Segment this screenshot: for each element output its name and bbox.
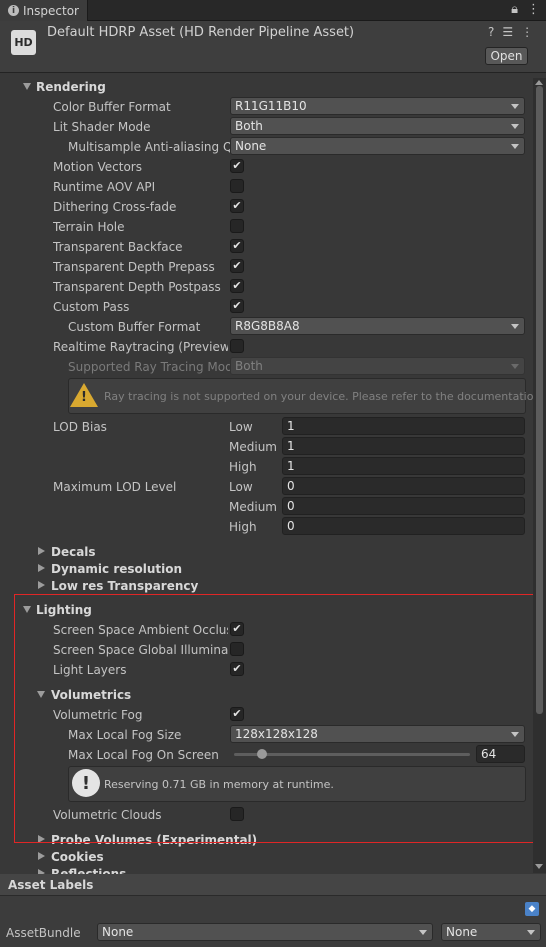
expand-arrow-icon[interactable] [23, 83, 31, 90]
inspector-tab-label: Inspector [23, 3, 79, 18]
kebab-menu-icon[interactable]: ⋮ [527, 2, 540, 17]
custom-pass-checkbox[interactable]: ✔ [230, 299, 244, 313]
runtime-aov-checkbox[interactable] [230, 179, 244, 193]
max-lod-high-field[interactable]: 0 [282, 517, 525, 535]
highlight-box [14, 594, 534, 843]
info-icon: i [8, 5, 19, 16]
hdrp-asset-icon: HD [11, 30, 36, 55]
asset-labels-title: Asset Labels [8, 878, 94, 892]
color-buffer-format-label: Color Buffer Format [53, 100, 171, 114]
transparent-backface-label: Transparent Backface [53, 240, 183, 254]
tag-icon[interactable]: ◆ [525, 902, 539, 916]
msaa-label: Multisample Anti-aliasing Quality [68, 140, 230, 154]
max-lod-low-label: Low [229, 480, 253, 494]
section-low-res-transparency[interactable]: Low res Transparency [51, 578, 198, 594]
chevron-down-icon [419, 930, 427, 935]
lit-shader-mode-label: Lit Shader Mode [53, 120, 151, 134]
realtime-raytracing-label: Realtime Raytracing (Preview) [53, 340, 228, 354]
msaa-dropdown[interactable]: None [230, 137, 525, 155]
chevron-down-icon [527, 930, 535, 935]
custom-pass-label: Custom Pass [53, 300, 130, 314]
custom-buffer-format-label: Custom Buffer Format [68, 320, 201, 334]
lod-bias-medium-field[interactable]: 1 [282, 437, 525, 455]
dithering-checkbox[interactable]: ✔ [230, 199, 244, 213]
scroll-down-icon[interactable] [535, 864, 543, 869]
transparent-depth-prepass-checkbox[interactable]: ✔ [230, 259, 244, 273]
section-dynamic-resolution[interactable]: Dynamic resolution [51, 561, 182, 577]
max-lod-medium-field[interactable]: 0 [282, 497, 525, 515]
transparent-depth-prepass-label: Transparent Depth Prepass [53, 260, 215, 274]
chevron-down-icon [511, 104, 519, 109]
lod-bias-low-field[interactable]: 1 [282, 417, 525, 435]
scroll-up-icon[interactable] [535, 80, 543, 85]
motion-vectors-checkbox[interactable]: ✔ [230, 159, 244, 173]
lod-bias-low-label: Low [229, 420, 253, 434]
assetbundle-variant-dropdown[interactable]: None [441, 923, 541, 941]
collapse-arrow-icon[interactable] [38, 852, 45, 860]
realtime-raytracing-checkbox[interactable] [230, 339, 244, 353]
transparent-depth-postpass-checkbox[interactable]: ✔ [230, 279, 244, 293]
collapse-arrow-icon[interactable] [38, 581, 45, 589]
terrain-hole-checkbox[interactable] [230, 219, 244, 233]
open-button[interactable]: Open [485, 47, 528, 65]
section-decals[interactable]: Decals [51, 544, 96, 560]
lod-bias-label: LOD Bias [53, 420, 107, 434]
chevron-down-icon [511, 324, 519, 329]
assetbundle-label: AssetBundle [6, 926, 81, 940]
header-icons: ? ☰ ⋮ [488, 25, 533, 39]
chevron-down-icon [511, 124, 519, 129]
help-icon[interactable]: ? [488, 25, 494, 39]
inspector-tab[interactable]: i Inspector [0, 0, 88, 21]
sliders-icon[interactable]: ☰ [502, 25, 513, 39]
kebab-menu-icon[interactable]: ⋮ [521, 25, 533, 39]
motion-vectors-label: Motion Vectors [53, 160, 142, 174]
collapse-arrow-icon[interactable] [38, 547, 45, 555]
lock-icon[interactable]: 🔒︎ [511, 2, 518, 17]
asset-title: Default HDRP Asset (HD Render Pipeline A… [47, 25, 355, 40]
supported-ray-tracing-mode-dropdown: Both [230, 357, 525, 375]
lod-bias-high-field[interactable]: 1 [282, 457, 525, 475]
section-cookies[interactable]: Cookies [51, 849, 104, 865]
color-buffer-format-dropdown[interactable]: R11G11B10 [230, 97, 525, 115]
tab-controls: 🔒︎ ⋮ [511, 2, 540, 17]
max-lod-high-label: High [229, 520, 257, 534]
lod-bias-high-label: High [229, 460, 257, 474]
max-lod-medium-label: Medium [229, 500, 277, 514]
scrollbar-thumb[interactable] [536, 86, 543, 714]
lit-shader-mode-dropdown[interactable]: Both [230, 117, 525, 135]
runtime-aov-label: Runtime AOV API [53, 180, 156, 194]
transparent-backface-checkbox[interactable]: ✔ [230, 239, 244, 253]
collapse-arrow-icon[interactable] [38, 564, 45, 572]
raytracing-warning-text: Ray tracing is not supported on your dev… [104, 390, 544, 403]
warning-mark: ! [81, 390, 87, 405]
section-rendering[interactable]: Rendering [36, 79, 106, 95]
terrain-hole-label: Terrain Hole [53, 220, 125, 234]
max-lod-low-field[interactable]: 0 [282, 477, 525, 495]
transparent-depth-postpass-label: Transparent Depth Postpass [53, 280, 221, 294]
custom-buffer-format-dropdown[interactable]: R8G8B8A8 [230, 317, 525, 335]
lod-bias-medium-label: Medium [229, 440, 277, 454]
chevron-down-icon [511, 364, 519, 369]
assetbundle-dropdown[interactable]: None [97, 923, 433, 941]
dithering-label: Dithering Cross-fade [53, 200, 177, 214]
supported-ray-tracing-mode-label: Supported Ray Tracing Mode [68, 360, 230, 374]
chevron-down-icon [511, 144, 519, 149]
max-lod-label: Maximum LOD Level [53, 480, 177, 494]
